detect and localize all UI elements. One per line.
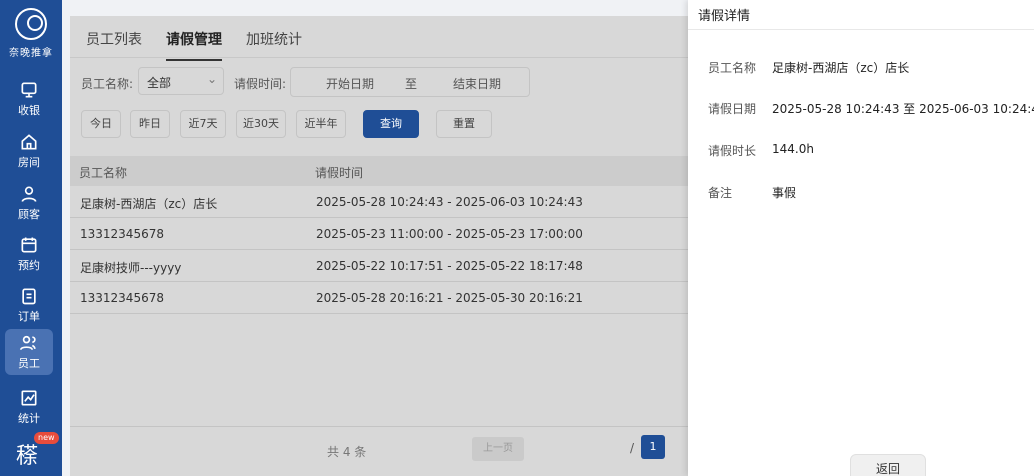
detail-value: 事假	[772, 186, 797, 200]
employee-filter-label: 员工名称:	[81, 77, 134, 91]
sidebar: 奈晚推拿 收银 房间 顾客 预约 订单 员工 统计 䅷 new	[0, 0, 62, 476]
detail-key: 请假日期	[708, 102, 757, 116]
query-button[interactable]: 查询	[363, 110, 419, 138]
detail-key: 备注	[708, 186, 733, 200]
sidebar-item-label: 房间	[18, 156, 40, 169]
reset-button[interactable]: 重置	[436, 110, 492, 138]
employee-select[interactable]: 全部 ⌄	[138, 67, 224, 95]
start-date-input[interactable]: 开始日期	[326, 75, 374, 92]
cell-time: 2025-05-28 20:16:21 - 2025-05-30 20:16:2…	[316, 291, 583, 305]
detail-key: 请假时长	[708, 144, 757, 158]
sidebar-item-customers[interactable]: 顾客	[5, 180, 53, 226]
new-badge: new	[34, 432, 59, 444]
last-7-days-button[interactable]: 近7天	[180, 110, 226, 138]
sidebar-item-orders[interactable]: 订单	[5, 282, 53, 328]
cell-name: 13312345678	[80, 291, 164, 305]
sidebar-item-label: 员工	[18, 357, 40, 370]
chevron-down-icon: ⌄	[206, 72, 217, 86]
brand-name: 奈晚推拿	[9, 48, 53, 59]
sidebar-item-label: 收银	[18, 104, 40, 117]
prev-page-button[interactable]: 上一页	[472, 437, 524, 461]
leave-table: 员工名称 请假时间 足康树-西湖店（zc）店长 2025-05-28 10:24…	[70, 156, 690, 314]
last-half-year-button[interactable]: 近半年	[296, 110, 346, 138]
sidebar-item-label: 预约	[18, 259, 40, 272]
sidebar-item-staff[interactable]: 员工	[5, 329, 53, 375]
sidebar-item-cashier[interactable]: 收银	[5, 76, 53, 122]
today-button[interactable]: 今日	[81, 110, 121, 138]
sidebar-item-label: 统计	[18, 412, 40, 425]
logo-mark-icon	[15, 8, 47, 40]
main-panel: 员工列表 请假管理 加班统计 员工名称: 全部 ⌄ 请假时间: 开始日期 至 结…	[70, 16, 690, 476]
detail-key: 员工名称	[708, 61, 757, 75]
calendar-icon	[21, 237, 37, 253]
employee-select-value: 全部	[147, 76, 172, 90]
home-icon	[21, 134, 37, 150]
table-row[interactable]: 13312345678 2025-05-28 20:16:21 - 2025-0…	[70, 282, 690, 314]
chart-icon	[21, 390, 37, 406]
tab-staff-list[interactable]: 员工列表	[86, 29, 142, 49]
last-30-days-button[interactable]: 近30天	[236, 110, 286, 138]
sidebar-item-booking[interactable]: 预约	[5, 231, 53, 277]
tab-overtime-stats[interactable]: 加班统计	[246, 29, 302, 49]
table-row[interactable]: 13312345678 2025-05-23 11:00:00 - 2025-0…	[70, 218, 690, 250]
tab-leave-management[interactable]: 请假管理	[166, 29, 222, 61]
detail-value: 144.0h	[772, 142, 814, 156]
back-button[interactable]: 返回	[850, 454, 926, 476]
leave-detail-drawer: 请假详情 员工名称 足康树-西湖店（zc）店长 请假日期 2025-05-28 …	[688, 0, 1034, 476]
app-glyph: 䅷	[16, 444, 39, 469]
page-separator: /	[630, 441, 635, 455]
total-count: 共 4 条	[327, 445, 367, 459]
yesterday-button[interactable]: 昨日	[130, 110, 170, 138]
user-icon	[21, 186, 37, 202]
sidebar-item-app[interactable]: 䅷 new	[12, 432, 59, 472]
logo: 奈晚推拿	[0, 8, 62, 59]
range-separator: 至	[405, 77, 418, 91]
detail-value: 2025-05-28 10:24:43 至 2025-06-03 10:24:4…	[772, 102, 1034, 116]
column-header-time: 请假时间	[315, 166, 364, 180]
cashier-icon	[21, 82, 37, 98]
table-row[interactable]: 足康树技师---yyyy 2025-05-22 10:17:51 - 2025-…	[70, 250, 690, 282]
cell-name: 13312345678	[80, 227, 164, 241]
quick-range-row: 今日 昨日 近7天 近30天 近半年 查询 重置	[70, 108, 690, 138]
users-icon	[19, 335, 36, 351]
tabs: 员工列表 请假管理 加班统计	[70, 16, 690, 61]
column-header-name: 员工名称	[79, 166, 128, 180]
time-filter-label: 请假时间:	[234, 77, 287, 91]
cell-name: 足康树-西湖店（zc）店长	[80, 197, 218, 211]
date-range-picker[interactable]: 开始日期 至 结束日期	[290, 67, 530, 97]
detail-value: 足康树-西湖店（zc）店长	[772, 61, 910, 75]
clipboard-icon	[22, 288, 36, 305]
table-header: 员工名称 请假时间	[70, 156, 690, 186]
drawer-title: 请假详情	[688, 0, 1034, 30]
cell-time: 2025-05-23 11:00:00 - 2025-05-23 17:00:0…	[316, 227, 583, 241]
page-number-current[interactable]: 1	[641, 435, 665, 459]
sidebar-item-label: 顾客	[18, 208, 40, 221]
pagination: 共 4 条 上一页 / 1	[70, 426, 690, 476]
end-date-input[interactable]: 结束日期	[453, 75, 501, 92]
cell-time: 2025-05-28 10:24:43 - 2025-06-03 10:24:4…	[316, 195, 583, 209]
table-row[interactable]: 足康树-西湖店（zc）店长 2025-05-28 10:24:43 - 2025…	[70, 186, 690, 218]
cell-time: 2025-05-22 10:17:51 - 2025-05-22 18:17:4…	[316, 259, 583, 273]
sidebar-item-label: 订单	[18, 310, 40, 323]
filter-row: 员工名称: 全部 ⌄ 请假时间: 开始日期 至 结束日期	[70, 66, 690, 98]
sidebar-item-stats[interactable]: 统计	[5, 384, 53, 430]
sidebar-item-rooms[interactable]: 房间	[5, 128, 53, 174]
cell-name: 足康树技师---yyyy	[80, 261, 182, 275]
